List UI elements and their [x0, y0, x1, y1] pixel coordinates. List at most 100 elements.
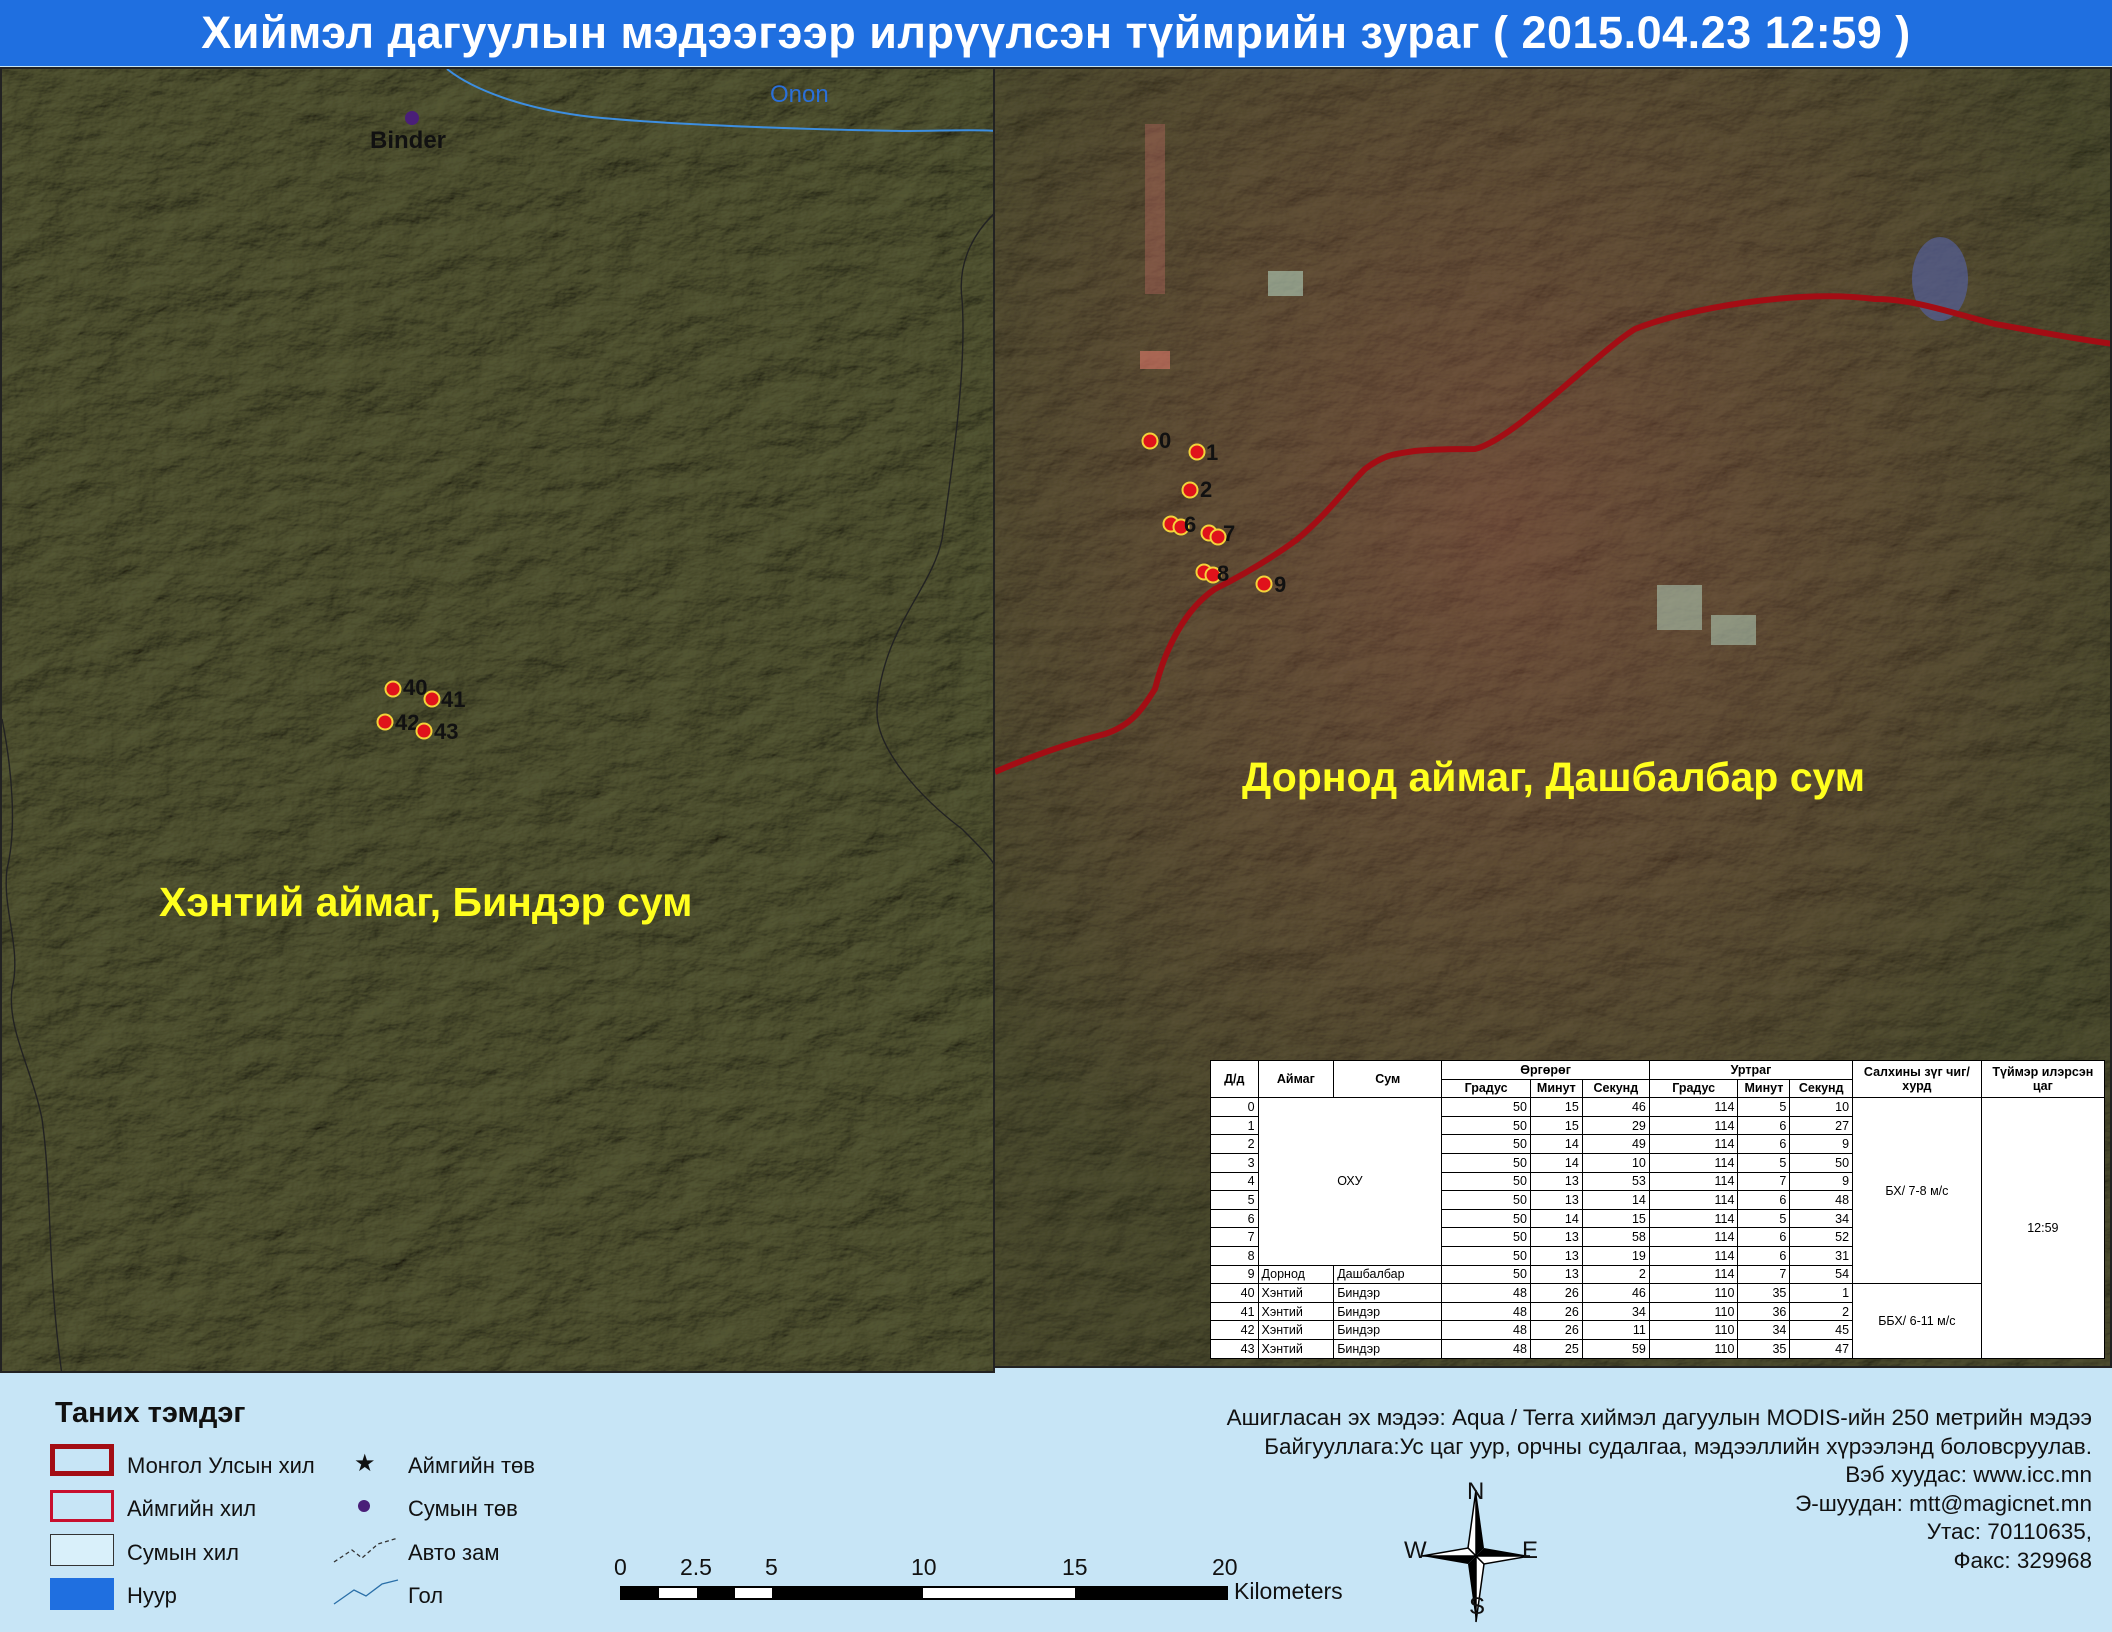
fire-label-43: 43	[434, 719, 459, 744]
fire-point-41[interactable]	[423, 690, 441, 708]
cell-lon-min: 35	[1737, 1338, 1791, 1359]
terrain-patch	[1711, 615, 1756, 645]
cell-lon-min: 6	[1737, 1190, 1791, 1210]
scale-tick-2-5: 2.5	[680, 1554, 712, 1580]
credit-source: Ашигласан эх мэдээ: Aqua / Terra хиймэл …	[1226, 1405, 2092, 1430]
cell-lat-deg: 50	[1441, 1115, 1531, 1136]
legend-label-national-border: Монгол Улсын хил	[127, 1453, 315, 1478]
cell-lon-sec: 27	[1789, 1115, 1854, 1136]
cell-detected-time: 12:59	[1980, 1097, 2106, 1359]
cell-dd: 7	[1210, 1227, 1259, 1247]
fire-label-7: 7	[1223, 521, 1236, 546]
fire-label-6: 6	[1184, 512, 1197, 537]
cell-lon-sec: 47	[1789, 1338, 1854, 1359]
table-body: 0 ОХУ 50 15 46 114 5 10 БХ/ 7-8 м/с 12:59 1 50 15 29 1…	[1210, 1097, 2106, 1359]
soum-center-label: Binder	[370, 127, 447, 154]
header-lon-sec: Секунд	[1789, 1078, 1854, 1099]
cell-dd: 9	[1210, 1264, 1259, 1285]
cell-lon-sec: 9	[1789, 1171, 1854, 1192]
cell-wind-2: ББХ/ 6-11 м/с	[1852, 1283, 1982, 1359]
cell-lat-min: 26	[1529, 1283, 1583, 1303]
dot-icon	[358, 1500, 370, 1512]
cell-lon-sec: 48	[1789, 1190, 1854, 1210]
cell-lon-min: 34	[1737, 1320, 1791, 1340]
cell-lat-deg: 50	[1441, 1245, 1531, 1266]
cell-aimag: Хэнтий	[1257, 1320, 1335, 1340]
fire-label-0: 0	[1159, 428, 1172, 453]
cell-lon-min: 6	[1737, 1245, 1791, 1266]
cell-lat-min: 26	[1529, 1320, 1583, 1340]
credit-fax: Факс: 329968	[1953, 1547, 2092, 1573]
cell-lat-sec: 15	[1581, 1208, 1650, 1229]
fire-point-42[interactable]	[376, 713, 394, 731]
cell-lat-sec: 11	[1581, 1320, 1650, 1340]
fire-point-40[interactable]	[384, 680, 402, 698]
cell-dd: 43	[1210, 1338, 1259, 1359]
cell-lon-min: 36	[1737, 1301, 1791, 1322]
cell-lat-deg: 50	[1441, 1264, 1531, 1285]
header-lon-min: Минут	[1737, 1078, 1791, 1099]
legend-label-soum-border: Сумын хил	[127, 1540, 239, 1565]
cell-lon-deg: 114	[1648, 1171, 1739, 1192]
cell-lat-deg: 50	[1441, 1227, 1531, 1247]
cell-lat-sec: 59	[1581, 1338, 1650, 1359]
soum-border-swatch	[50, 1534, 114, 1566]
cell-wind-1: БХ/ 7-8 м/с	[1852, 1097, 1982, 1285]
cell-lon-min: 7	[1737, 1264, 1791, 1285]
cell-lon-min: 5	[1737, 1097, 1791, 1117]
header-dd: Д/д	[1210, 1059, 1259, 1099]
lake-swatch	[50, 1578, 114, 1610]
cell-lat-min: 15	[1529, 1115, 1583, 1136]
cell-lat-min: 14	[1529, 1134, 1583, 1154]
province-border-swatch	[50, 1490, 114, 1522]
cell-lat-sec: 10	[1581, 1152, 1650, 1173]
cell-dd: 8	[1210, 1245, 1259, 1266]
cell-lat-min: 13	[1529, 1171, 1583, 1192]
cell-aimag: Хэнтий	[1257, 1301, 1335, 1322]
cell-lat-deg: 50	[1441, 1190, 1531, 1210]
terrain-patch	[1140, 351, 1170, 369]
fire-coordinates-table: Д/д Аймаг Сум Өргөрөг Уртраг Салхины зүг…	[1210, 1059, 2106, 1359]
credits-block: Ашигласан эх мэдээ: Aqua / Terra хиймэл …	[1227, 1404, 2092, 1575]
cell-dd: 4	[1210, 1171, 1259, 1192]
fire-label-1: 1	[1206, 440, 1219, 465]
cell-lat-sec: 19	[1581, 1245, 1650, 1266]
cell-lat-deg: 50	[1441, 1134, 1531, 1154]
legend-label-road: Авто зам	[408, 1540, 500, 1565]
cell-lat-min: 13	[1529, 1245, 1583, 1266]
star-icon: ★	[354, 1450, 376, 1477]
cell-lon-deg: 114	[1648, 1208, 1739, 1229]
fire-point-43[interactable]	[415, 722, 433, 740]
cell-lat-min: 14	[1529, 1208, 1583, 1229]
left-map-panel[interactable]: Binder Onon 40 41 42 43 Хэнтий аймаг, Би…	[0, 67, 995, 1373]
cell-lat-sec: 58	[1581, 1227, 1650, 1247]
cell-lon-deg: 114	[1648, 1152, 1739, 1173]
cell-lon-min: 35	[1737, 1283, 1791, 1303]
cell-lon-sec: 1	[1789, 1283, 1854, 1303]
fire-point-2[interactable]	[1181, 481, 1199, 499]
fire-point-0[interactable]	[1141, 432, 1159, 450]
cell-lon-min: 7	[1737, 1171, 1791, 1192]
cell-lon-sec: 54	[1789, 1264, 1854, 1285]
cell-aimag: Дорнод	[1257, 1264, 1335, 1285]
scale-tick-0: 0	[614, 1554, 627, 1580]
legend-label-river: Гол	[408, 1583, 444, 1608]
cell-lat-deg: 50	[1441, 1152, 1531, 1173]
cell-lon-min: 5	[1737, 1208, 1791, 1229]
cell-dd: 40	[1210, 1283, 1259, 1303]
cell-lat-min: 14	[1529, 1152, 1583, 1173]
credit-organization: Байгууллага:Ус цаг уур, орчны судалгаа, …	[1264, 1433, 2092, 1459]
cell-lon-sec: 50	[1789, 1152, 1854, 1173]
cell-lat-deg: 48	[1441, 1301, 1531, 1322]
cell-lat-deg: 48	[1441, 1283, 1531, 1303]
cell-lon-min: 6	[1737, 1227, 1791, 1247]
cell-lon-sec: 45	[1789, 1320, 1854, 1340]
river-line-icon	[333, 1579, 399, 1605]
cell-dd: 41	[1210, 1301, 1259, 1322]
fire-point-9[interactable]	[1255, 575, 1273, 593]
cell-lon-sec: 9	[1789, 1134, 1854, 1154]
fire-point-1[interactable]	[1188, 443, 1206, 461]
cell-lon-sec: 10	[1789, 1097, 1854, 1117]
region-label-khentii: Хэнтий аймаг, Биндэр сум	[159, 879, 693, 925]
cell-lon-deg: 110	[1648, 1320, 1739, 1340]
